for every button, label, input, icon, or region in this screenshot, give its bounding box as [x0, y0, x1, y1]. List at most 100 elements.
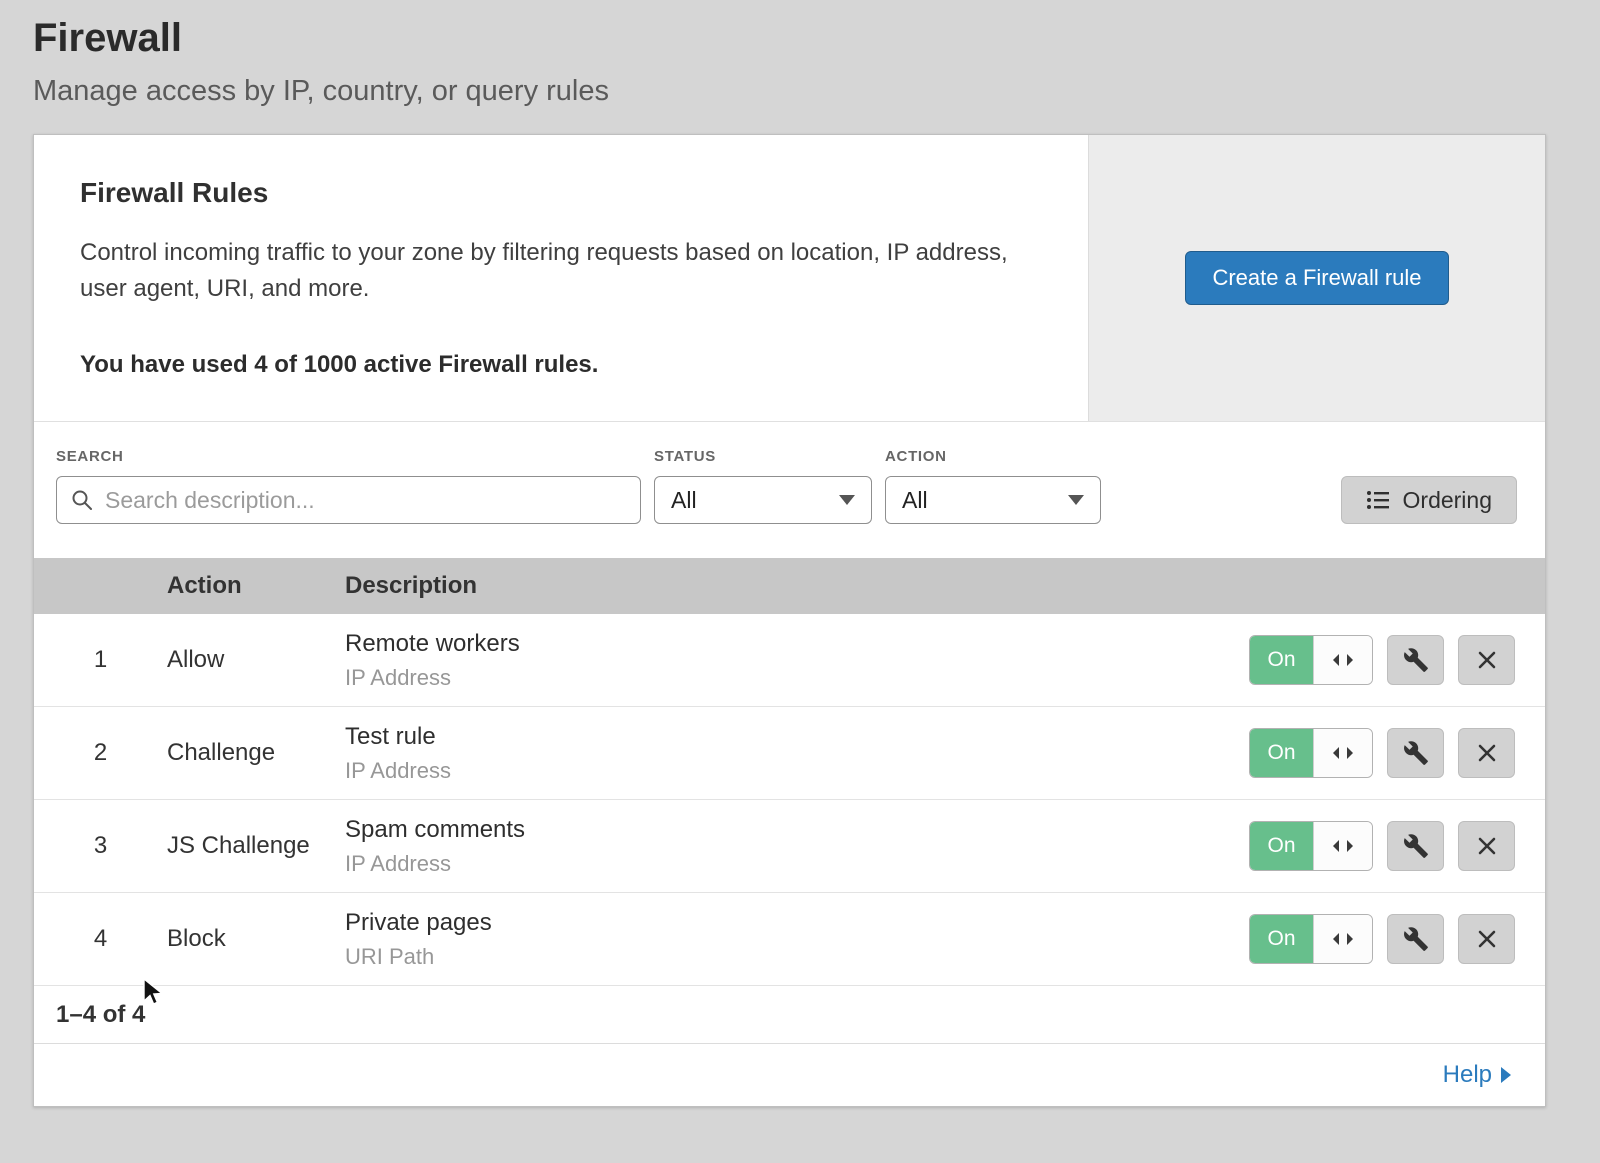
wrench-icon	[1403, 647, 1429, 673]
table-row: 4 Block Private pages URI Path On	[34, 893, 1545, 986]
table-row: 2 Challenge Test rule IP Address On	[34, 707, 1545, 800]
delete-rule-button[interactable]	[1458, 821, 1515, 871]
close-icon	[1476, 742, 1498, 764]
rule-priority: 4	[34, 925, 167, 953]
status-label: STATUS	[654, 448, 872, 465]
reorder-handle[interactable]	[1313, 729, 1372, 777]
help-arrow-icon	[1501, 1067, 1511, 1083]
card-description: Control incoming traffic to your zone by…	[80, 235, 1028, 307]
rule-description-cell: Test rule IP Address	[345, 723, 1245, 784]
firewall-rules-card: Firewall Rules Control incoming traffic …	[33, 134, 1546, 1107]
action-select[interactable]: All	[885, 476, 1101, 524]
edit-rule-button[interactable]	[1387, 821, 1444, 871]
rule-priority: 3	[34, 832, 167, 860]
create-firewall-rule-button[interactable]: Create a Firewall rule	[1185, 251, 1448, 305]
close-icon	[1476, 928, 1498, 950]
card-header: Firewall Rules Control incoming traffic …	[34, 135, 1545, 421]
rule-controls: On	[1245, 914, 1545, 964]
rules-usage-text: You have used 4 of 1000 active Firewall …	[80, 351, 1028, 379]
page-subtitle: Manage access by IP, country, or query r…	[33, 75, 1546, 108]
rule-controls: On	[1245, 635, 1545, 685]
toggle-on-button[interactable]: On	[1250, 729, 1313, 777]
ordering-button[interactable]: Ordering	[1341, 476, 1517, 524]
action-label: ACTION	[885, 448, 1101, 465]
action-select-value: All	[902, 487, 928, 514]
delete-rule-button[interactable]	[1458, 914, 1515, 964]
help-link[interactable]: Help	[1443, 1061, 1511, 1089]
status-filter-group: STATUS All	[654, 448, 872, 524]
rule-action: Block	[167, 925, 345, 953]
rule-match-type: IP Address	[345, 758, 1245, 784]
column-action: Action	[167, 572, 345, 600]
rule-priority: 1	[34, 646, 167, 674]
wrench-icon	[1403, 926, 1429, 952]
close-icon	[1476, 649, 1498, 671]
search-box[interactable]	[56, 476, 641, 524]
card-heading: Firewall Rules	[80, 177, 1028, 209]
reorder-handle[interactable]	[1313, 636, 1372, 684]
rule-description: Spam comments	[345, 816, 1245, 844]
chevron-down-icon	[1068, 495, 1084, 505]
search-filter-group: SEARCH	[56, 448, 641, 524]
rule-enable-toggle: On	[1249, 914, 1373, 964]
pagination-text: 1–4 of 4	[56, 1001, 145, 1029]
firewall-rules-table: Action Description 1 Allow Remote worker…	[34, 558, 1545, 1106]
rule-description: Private pages	[345, 909, 1245, 937]
toggle-on-button[interactable]: On	[1250, 822, 1313, 870]
help-link-label: Help	[1443, 1061, 1492, 1089]
rule-enable-toggle: On	[1249, 728, 1373, 778]
close-icon	[1476, 835, 1498, 857]
rule-description: Test rule	[345, 723, 1245, 751]
rule-match-type: IP Address	[345, 665, 1245, 691]
reorder-arrows-icon	[1331, 652, 1355, 668]
toggle-on-button[interactable]: On	[1250, 915, 1313, 963]
chevron-down-icon	[839, 495, 855, 505]
column-description: Description	[345, 572, 1245, 600]
reorder-handle[interactable]	[1313, 915, 1372, 963]
rule-enable-toggle: On	[1249, 635, 1373, 685]
search-label: SEARCH	[56, 448, 641, 465]
rule-description-cell: Spam comments IP Address	[345, 816, 1245, 877]
pagination: 1–4 of 4	[34, 986, 1545, 1044]
ordering-button-label: Ordering	[1403, 487, 1492, 514]
rule-description-cell: Private pages URI Path	[345, 909, 1245, 970]
edit-rule-button[interactable]	[1387, 635, 1444, 685]
edit-rule-button[interactable]	[1387, 914, 1444, 964]
filters-bar: SEARCH STATUS All ACTION All	[34, 421, 1545, 558]
rule-controls: On	[1245, 728, 1545, 778]
page-header: Firewall Manage access by IP, country, o…	[0, 0, 1600, 108]
rule-match-type: URI Path	[345, 944, 1245, 970]
rule-controls: On	[1245, 821, 1545, 871]
reorder-arrows-icon	[1331, 931, 1355, 947]
reorder-handle[interactable]	[1313, 822, 1372, 870]
card-footer: Help	[34, 1044, 1545, 1106]
search-input[interactable]	[103, 486, 626, 515]
rule-enable-toggle: On	[1249, 821, 1373, 871]
rule-action: JS Challenge	[167, 832, 345, 860]
table-row: 3 JS Challenge Spam comments IP Address …	[34, 800, 1545, 893]
toggle-on-button[interactable]: On	[1250, 636, 1313, 684]
page-title: Firewall	[33, 16, 1546, 61]
status-select-value: All	[671, 487, 697, 514]
rule-action: Allow	[167, 646, 345, 674]
delete-rule-button[interactable]	[1458, 635, 1515, 685]
card-header-text: Firewall Rules Control incoming traffic …	[34, 135, 1088, 421]
rule-action: Challenge	[167, 739, 345, 767]
table-row: 1 Allow Remote workers IP Address On	[34, 614, 1545, 707]
wrench-icon	[1403, 740, 1429, 766]
card-header-action-panel: Create a Firewall rule	[1088, 135, 1545, 421]
reorder-arrows-icon	[1331, 745, 1355, 761]
action-filter-group: ACTION All	[885, 448, 1101, 524]
wrench-icon	[1403, 833, 1429, 859]
rule-priority: 2	[34, 739, 167, 767]
rule-description: Remote workers	[345, 630, 1245, 658]
rule-description-cell: Remote workers IP Address	[345, 630, 1245, 691]
reorder-arrows-icon	[1331, 838, 1355, 854]
status-select[interactable]: All	[654, 476, 872, 524]
edit-rule-button[interactable]	[1387, 728, 1444, 778]
ordering-icon	[1366, 489, 1390, 511]
delete-rule-button[interactable]	[1458, 728, 1515, 778]
rule-match-type: IP Address	[345, 851, 1245, 877]
search-icon	[71, 489, 93, 511]
table-header-row: Action Description	[34, 558, 1545, 614]
